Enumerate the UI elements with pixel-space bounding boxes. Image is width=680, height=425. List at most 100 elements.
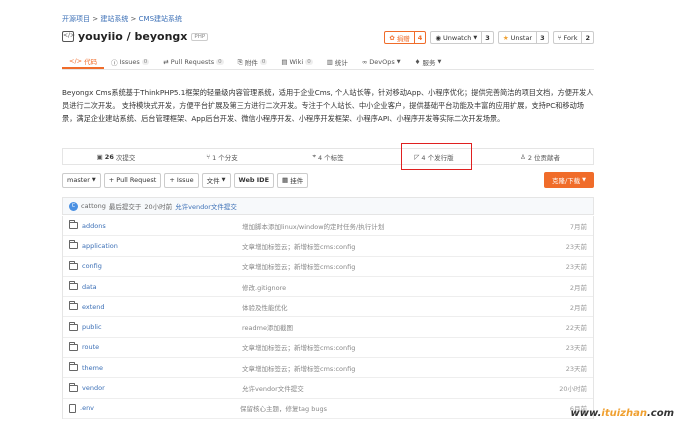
- file-commit-message[interactable]: readme添加截图: [242, 322, 547, 332]
- star-icon: ★: [502, 33, 509, 42]
- branch-select[interactable]: master ▼: [62, 172, 101, 188]
- repo-description: Beyongx Cms系统基于ThinkPHP5.1框架的轻量级内容管理系统，适…: [62, 88, 594, 123]
- folder-icon: [69, 281, 78, 291]
- file-row[interactable]: config 文章增加标签云；新增标签cms:config 23天前: [63, 257, 593, 277]
- file-commit-message[interactable]: 文章增加标签云；新增标签cms:config: [242, 261, 547, 271]
- web-ide-button[interactable]: Web IDE: [233, 172, 275, 188]
- breadcrumb-item[interactable]: CMS建站系统: [139, 15, 182, 23]
- file-time: 2月前: [569, 283, 587, 292]
- file-row[interactable]: .env 保留核心主题，修复tag bugs 6月前: [63, 399, 593, 419]
- lang-badge: PHP: [191, 32, 209, 41]
- commits-stat[interactable]: ▣ 26 次提交: [63, 149, 169, 164]
- branches-stat[interactable]: ⑂ 1 个分支: [169, 149, 275, 164]
- repo-icon: </>: [62, 31, 75, 42]
- tab-wiki[interactable]: ▤ Wiki 0: [274, 55, 319, 69]
- new-issue-button[interactable]: + Issue: [164, 172, 199, 188]
- unstar-button[interactable]: ★ Unstar 3: [497, 31, 549, 44]
- widget-icon: ▦: [282, 176, 289, 184]
- tab-pull-requests[interactable]: ⇄ Pull Requests 0: [156, 55, 230, 69]
- file-row[interactable]: public readme添加截图 22天前: [63, 317, 593, 338]
- caret-down-icon: ▼: [582, 177, 586, 183]
- file-row[interactable]: addons 增加脚本添加linux/window的定时任务/执行计划 7月前: [63, 216, 593, 237]
- repo-stats: ▣ 26 次提交 ⑂ 1 个分支 ⌖ 4 个标签 ◸ 4 个发行版 ♙ 2 位贡献者: [62, 148, 594, 165]
- folder-icon: [69, 362, 78, 372]
- file-commit-message[interactable]: 保留核心主题，修复tag bugs: [240, 403, 547, 413]
- user-icon: ♙: [519, 152, 526, 161]
- file-row[interactable]: data 修改.gitignore 2月前: [63, 277, 593, 298]
- tab-services[interactable]: ♦ 服务 ▼: [408, 55, 449, 69]
- code-icon: </>: [69, 57, 83, 65]
- file-name[interactable]: addons: [82, 222, 242, 230]
- repo-tabs: </> 代码 ⓘ Issues 0 ⇄ Pull Requests 0 ⎘ 附件 0 ▤ Wik…: [62, 55, 594, 70]
- folder-icon: [69, 240, 78, 250]
- service-icon: ♦: [414, 58, 421, 66]
- fork-button[interactable]: ⑂ Fork 2: [552, 31, 594, 44]
- caret-down-icon: ▼: [221, 177, 226, 183]
- tab-stats[interactable]: ▥ 统计: [320, 55, 355, 69]
- gift-icon: ✿: [389, 33, 395, 42]
- avatar[interactable]: C: [69, 201, 78, 211]
- file-commit-message[interactable]: 增加脚本添加linux/window的定时任务/执行计划: [242, 221, 547, 231]
- highlight-box: [401, 143, 472, 170]
- file-time: 20小时前: [559, 385, 587, 394]
- breadcrumb-item[interactable]: 开源项目: [62, 15, 90, 23]
- watermark: www.ituizhan.com: [570, 408, 674, 419]
- pull-request-icon: ⇄: [163, 58, 169, 66]
- commit-author[interactable]: cattong: [81, 202, 106, 210]
- file-commit-message[interactable]: 体验及性能优化: [242, 302, 547, 312]
- file-commit-message[interactable]: 文章增加标签云；新增标签cms:config: [242, 363, 547, 373]
- file-name[interactable]: data: [82, 283, 242, 291]
- file-row[interactable]: extend 体验及性能优化 2月前: [63, 297, 593, 318]
- folder-icon: [69, 301, 78, 311]
- file-time: 23天前: [565, 263, 587, 272]
- widget-button[interactable]: ▦ 挂件: [277, 172, 309, 188]
- file-row[interactable]: application 文章增加标签云；新增标签cms:config 23天前: [63, 236, 593, 257]
- folder-icon: [69, 382, 78, 392]
- file-name[interactable]: vendor: [82, 384, 242, 392]
- file-menu-button[interactable]: 文件 ▼: [201, 172, 231, 188]
- file-name[interactable]: application: [82, 242, 242, 250]
- file-time: 22天前: [565, 324, 587, 333]
- breadcrumb-item[interactable]: 建站系统: [100, 15, 128, 23]
- new-pull-request-button[interactable]: + Pull Request: [103, 172, 162, 188]
- tab-issues[interactable]: ⓘ Issues 0: [104, 55, 156, 69]
- donate-button[interactable]: ✿ 捐赠 4: [384, 31, 427, 44]
- tab-attachments[interactable]: ⎘ 附件 0: [231, 55, 275, 69]
- file-row[interactable]: vendor 允许vendor文件提交 20小时前: [63, 378, 593, 399]
- repo-toolbar: master ▼ + Pull Request + Issue 文件 ▼ Web I…: [62, 172, 594, 188]
- file-name[interactable]: extend: [82, 303, 242, 311]
- file-time: 2月前: [569, 303, 587, 312]
- file-name[interactable]: route: [82, 343, 242, 351]
- caret-down-icon: ▼: [396, 59, 401, 65]
- tab-devops[interactable]: ∞ DevOps ▼: [355, 55, 408, 69]
- tab-code[interactable]: </> 代码: [62, 55, 105, 69]
- file-time: 7月前: [569, 222, 587, 231]
- caret-down-icon: ▼: [91, 177, 96, 183]
- file-name[interactable]: config: [82, 262, 242, 270]
- branch-icon: ⑂: [206, 152, 211, 161]
- file-name[interactable]: public: [82, 323, 242, 331]
- caret-down-icon: ▼: [473, 34, 478, 41]
- commit-prefix: 最后提交于: [108, 203, 142, 211]
- clone-download-button[interactable]: 克隆/下载 ▼: [543, 172, 594, 188]
- file-time: 23天前: [565, 364, 587, 373]
- commit-message[interactable]: 允许vendor文件提交: [175, 201, 237, 211]
- file-commit-message[interactable]: 文章增加标签云；新增标签cms:config: [242, 241, 547, 251]
- file-name[interactable]: theme: [82, 364, 242, 372]
- file-commit-message[interactable]: 文章增加标签云；新增标签cms:config: [242, 342, 547, 352]
- contributors-stat[interactable]: ♙ 2 位贡献者: [487, 149, 593, 164]
- tags-stat[interactable]: ⌖ 4 个标签: [275, 149, 381, 164]
- repo-name[interactable]: youyiio / beyongx: [78, 30, 187, 43]
- file-commit-message[interactable]: 允许vendor文件提交: [242, 383, 547, 393]
- file-row[interactable]: theme 文章增加标签云；新增标签cms:config 23天前: [63, 358, 593, 379]
- caret-down-icon: ▼: [437, 59, 442, 65]
- commit-icon: ▣: [96, 152, 103, 161]
- folder-icon: [69, 341, 78, 351]
- folder-icon: [69, 260, 78, 270]
- unwatch-button[interactable]: ◉ Unwatch ▼ 3: [430, 31, 494, 44]
- file-row[interactable]: route 文章增加标签云；新增标签cms:config 23天前: [63, 338, 593, 359]
- file-commit-message[interactable]: 修改.gitignore: [242, 282, 547, 292]
- file-name[interactable]: .env: [80, 404, 240, 412]
- repo-title: </> youyiio / beyongx PHP: [62, 30, 209, 43]
- latest-commit-bar: C cattong 最后提交于 20小时前 允许vendor文件提交: [62, 197, 594, 215]
